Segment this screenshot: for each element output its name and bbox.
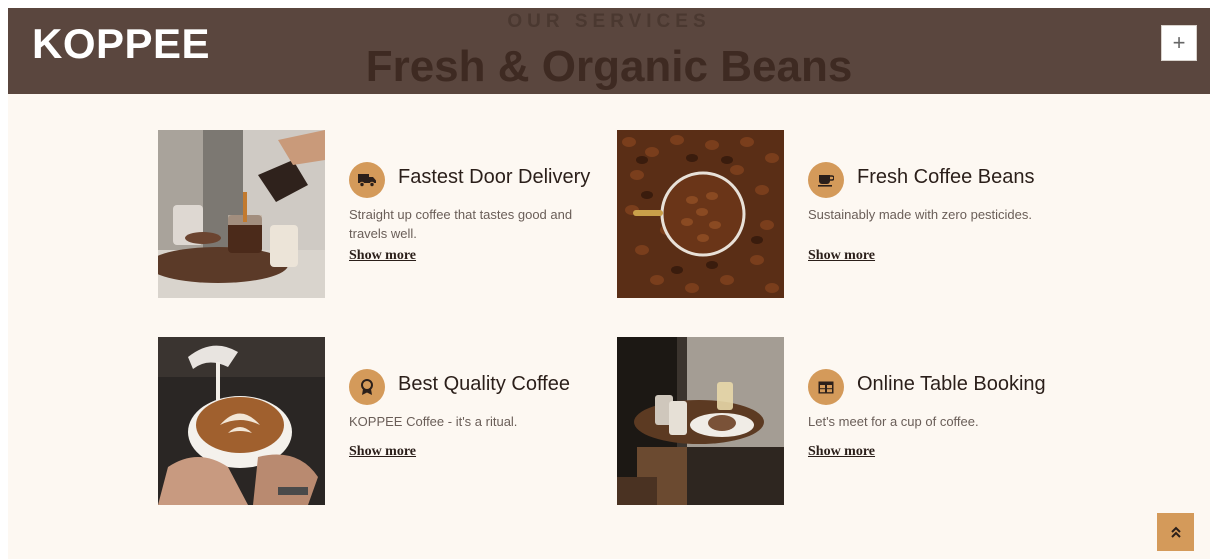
page: OUR SERVICES Fresh & Organic Beans KOPPE…: [8, 8, 1210, 559]
service-title: Best Quality Coffee: [398, 373, 570, 395]
service-item-beans: Fresh Coffee Beans Sustainably made with…: [617, 130, 1047, 298]
back-to-top-button[interactable]: [1157, 513, 1194, 551]
service-title: Fresh Coffee Beans: [857, 166, 1035, 188]
brand-logo[interactable]: KOPPEE: [32, 20, 210, 68]
service-item-booking: Online Table Booking Let's meet for a cu…: [617, 337, 1047, 505]
navbar: OUR SERVICES Fresh & Organic Beans KOPPE…: [8, 8, 1210, 94]
show-more-link[interactable]: Show more: [808, 444, 875, 460]
service-description: Sustainably made with zero pesticides.: [808, 207, 1033, 222]
service-description: Straight up coffee that tastes good and …: [349, 207, 573, 241]
service-item-quality: Best Quality Coffee KOPPEE Coffee - it's…: [158, 337, 588, 505]
service-description: Let's meet for a cup of coffee.: [808, 414, 979, 429]
coffee-cup-icon: [808, 162, 844, 198]
award-icon: [349, 369, 385, 405]
show-more-link[interactable]: Show more: [349, 248, 416, 264]
show-more-link[interactable]: Show more: [349, 444, 416, 460]
double-chevron-up-icon: [1170, 526, 1181, 538]
navbar-toggle-button[interactable]: +: [1161, 25, 1197, 61]
service-image-latte-art: [158, 337, 325, 505]
service-description: KOPPEE Coffee - it's a ritual.: [349, 414, 518, 429]
service-title: Fastest Door Delivery: [398, 166, 591, 188]
service-image-cafe-table: [617, 337, 784, 505]
show-more-link[interactable]: Show more: [808, 248, 875, 264]
table-icon: [808, 369, 844, 405]
service-item-delivery: Fastest Door Delivery Straight up coffee…: [158, 130, 591, 298]
truck-icon: [349, 162, 385, 198]
service-image-coffee-beans: [617, 130, 784, 298]
service-title: Online Table Booking: [857, 373, 1046, 395]
service-image-pour-over: [158, 130, 325, 298]
